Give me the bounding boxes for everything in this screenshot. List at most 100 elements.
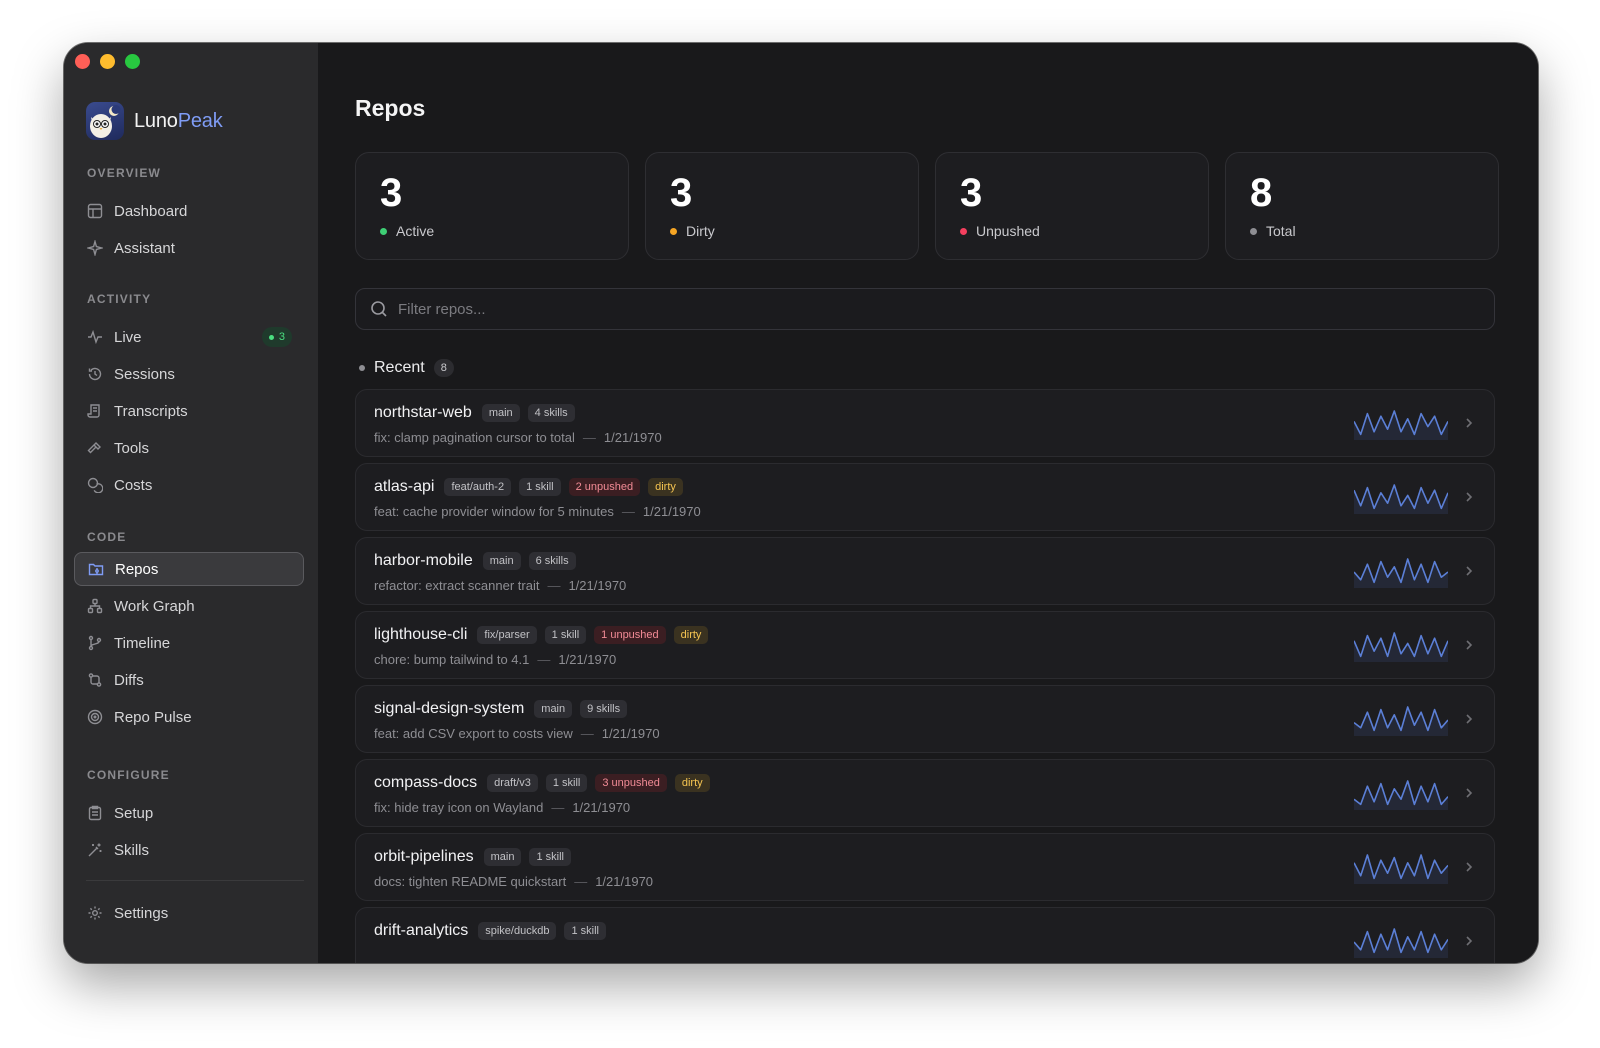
- nav-section-configure: CONFIGURE Setup Skills: [64, 768, 318, 867]
- sidebar-item-repos[interactable]: Repos: [74, 552, 304, 586]
- sidebar-item-assistant[interactable]: Assistant: [74, 231, 304, 265]
- stats-row: 3 Active 3 Dirty 3 Unpushed 8 Total: [355, 152, 1499, 260]
- commit-message: fix: hide tray icon on Wayland: [374, 800, 544, 815]
- diff-icon: [86, 671, 104, 689]
- repo-commit-line: chore: bump tailwind to 4.1 — 1/21/1970: [374, 652, 1494, 667]
- owl-logo-icon: [86, 102, 124, 140]
- separator-dash: —: [621, 504, 635, 519]
- activity-sparkline: [1354, 706, 1448, 736]
- sidebar-item-dashboard[interactable]: Dashboard: [74, 194, 304, 228]
- sidebar-item-setup[interactable]: Setup: [74, 796, 304, 830]
- sidebar: LunoPeak OVERVIEW Dashboard Assistant AC…: [64, 43, 318, 963]
- repo-header: compass-docs draft/v3 1 skill 3 unpushed d…: [374, 772, 1494, 794]
- coins-icon: [86, 476, 104, 494]
- stat-value: 3: [380, 171, 403, 215]
- recent-header[interactable]: Recent 8: [359, 359, 454, 377]
- branch-tag: draft/v3: [487, 774, 538, 792]
- sidebar-item-label: Transcripts: [114, 402, 188, 420]
- repo-list: northstar-web main 4 skills fix: clamp pa…: [355, 389, 1495, 963]
- radar-icon: [86, 708, 104, 726]
- status-dot: [670, 227, 677, 235]
- chevron-right-icon[interactable]: [1462, 636, 1476, 654]
- sidebar-item-transcripts[interactable]: Transcripts: [74, 394, 304, 428]
- sidebar-item-timeline[interactable]: Timeline: [74, 626, 304, 660]
- repo-row[interactable]: atlas-api feat/auth-2 1 skill 2 unpushed d…: [355, 463, 1495, 531]
- stat-label-row: Total: [1250, 223, 1498, 239]
- layout-icon: [86, 202, 104, 220]
- separator-dash: —: [580, 726, 594, 741]
- commit-date: 1/21/1970: [603, 430, 662, 445]
- repo-header: northstar-web main 4 skills: [374, 402, 1494, 424]
- filter-repos-input[interactable]: [398, 300, 1398, 318]
- chevron-right-icon[interactable]: [1462, 858, 1476, 876]
- section-title-configure: CONFIGURE: [87, 768, 170, 782]
- recent-dot: [359, 365, 365, 371]
- repo-row[interactable]: lighthouse-cli fix/parser 1 skill 1 unpus…: [355, 611, 1495, 679]
- chevron-right-icon[interactable]: [1462, 932, 1476, 950]
- recent-count-badge: 8: [433, 359, 454, 377]
- stat-label-row: Dirty: [670, 223, 918, 239]
- sidebar-item-live[interactable]: Live 3: [74, 320, 304, 354]
- chevron-right-icon[interactable]: [1462, 784, 1476, 802]
- chevron-right-icon[interactable]: [1462, 414, 1476, 432]
- stat-value: 3: [670, 171, 693, 215]
- sidebar-item-repo-pulse[interactable]: Repo Pulse: [74, 700, 304, 734]
- repo-commit-line: docs: tighten README quickstart — 1/21/197…: [374, 874, 1494, 889]
- dirty-badge: dirty: [648, 478, 683, 496]
- branch-tag: fix/parser: [477, 626, 537, 644]
- repo-row[interactable]: signal-design-system main 9 skills feat: …: [355, 685, 1495, 753]
- repo-row[interactable]: harbor-mobile main 6 skills refactor: ext…: [355, 537, 1495, 605]
- close-window-button[interactable]: [75, 54, 90, 69]
- repo-commit-line: refactor: extract scanner trait — 1/21/197…: [374, 578, 1494, 593]
- dirty-badge: dirty: [673, 626, 709, 644]
- window-controls: [75, 54, 140, 69]
- sidebar-item-label: Costs: [114, 476, 153, 494]
- stat-value: 8: [1250, 171, 1273, 215]
- skills-tag: 1 skill: [545, 774, 588, 792]
- sidebar-item-label: Settings: [114, 904, 169, 922]
- minimize-window-button[interactable]: [100, 54, 115, 69]
- repo-row[interactable]: orbit-pipelines main 1 skill docs: tighte…: [355, 833, 1495, 901]
- hammer-icon: [86, 439, 104, 457]
- stat-card-unpushed: 3 Unpushed: [935, 152, 1209, 260]
- skills-tag: 1 skill: [564, 922, 606, 940]
- skills-tag: 1 skill: [544, 626, 587, 644]
- repo-row[interactable]: drift-analytics spike/duckdb 1 skill: [355, 907, 1495, 963]
- live-count: 3: [278, 331, 285, 343]
- repo-row[interactable]: compass-docs draft/v3 1 skill 3 unpushed d…: [355, 759, 1495, 827]
- sidebar-item-diffs[interactable]: Diffs: [74, 663, 304, 697]
- sidebar-item-label: Setup: [114, 804, 154, 822]
- app-name: LunoPeak: [134, 110, 223, 133]
- sidebar-item-work-graph[interactable]: Work Graph: [74, 589, 304, 623]
- unpushed-badge: 1 unpushed: [594, 626, 666, 644]
- chevron-right-icon[interactable]: [1462, 488, 1476, 506]
- separator-dash: —: [582, 430, 596, 445]
- chevron-right-icon[interactable]: [1462, 562, 1476, 580]
- wand-icon: [86, 841, 104, 859]
- nav-section-footer: Settings: [64, 893, 318, 930]
- sidebar-item-tools[interactable]: Tools: [74, 431, 304, 465]
- filter-search-bar[interactable]: [355, 288, 1495, 330]
- brand[interactable]: LunoPeak: [86, 102, 223, 140]
- nav-section-activity: ACTIVITY Live 3 Sessions Transcripts Too…: [64, 292, 318, 502]
- zoom-window-button[interactable]: [125, 54, 140, 69]
- sidebar-item-label: Diffs: [114, 671, 144, 689]
- sidebar-item-label: Repo Pulse: [114, 708, 192, 726]
- commit-date: 1/21/1970: [572, 800, 631, 815]
- repo-header: signal-design-system main 9 skills: [374, 698, 1494, 720]
- status-dot: [380, 227, 387, 235]
- sidebar-item-costs[interactable]: Costs: [74, 468, 304, 502]
- chevron-right-icon[interactable]: [1462, 710, 1476, 728]
- repo-row[interactable]: northstar-web main 4 skills fix: clamp pa…: [355, 389, 1495, 457]
- sidebar-item-label: Timeline: [114, 634, 171, 652]
- sidebar-item-skills[interactable]: Skills: [74, 833, 304, 867]
- live-dot: [268, 334, 274, 340]
- repo-name: harbor-mobile: [374, 552, 473, 569]
- sidebar-item-settings[interactable]: Settings: [74, 896, 304, 930]
- activity-sparkline: [1354, 558, 1448, 588]
- sidebar-item-label: Dashboard: [114, 202, 188, 220]
- commit-message: refactor: extract scanner trait: [374, 578, 540, 593]
- sidebar-item-label: Work Graph: [114, 597, 195, 615]
- network-icon: [86, 597, 104, 615]
- sidebar-item-sessions[interactable]: Sessions: [74, 357, 304, 391]
